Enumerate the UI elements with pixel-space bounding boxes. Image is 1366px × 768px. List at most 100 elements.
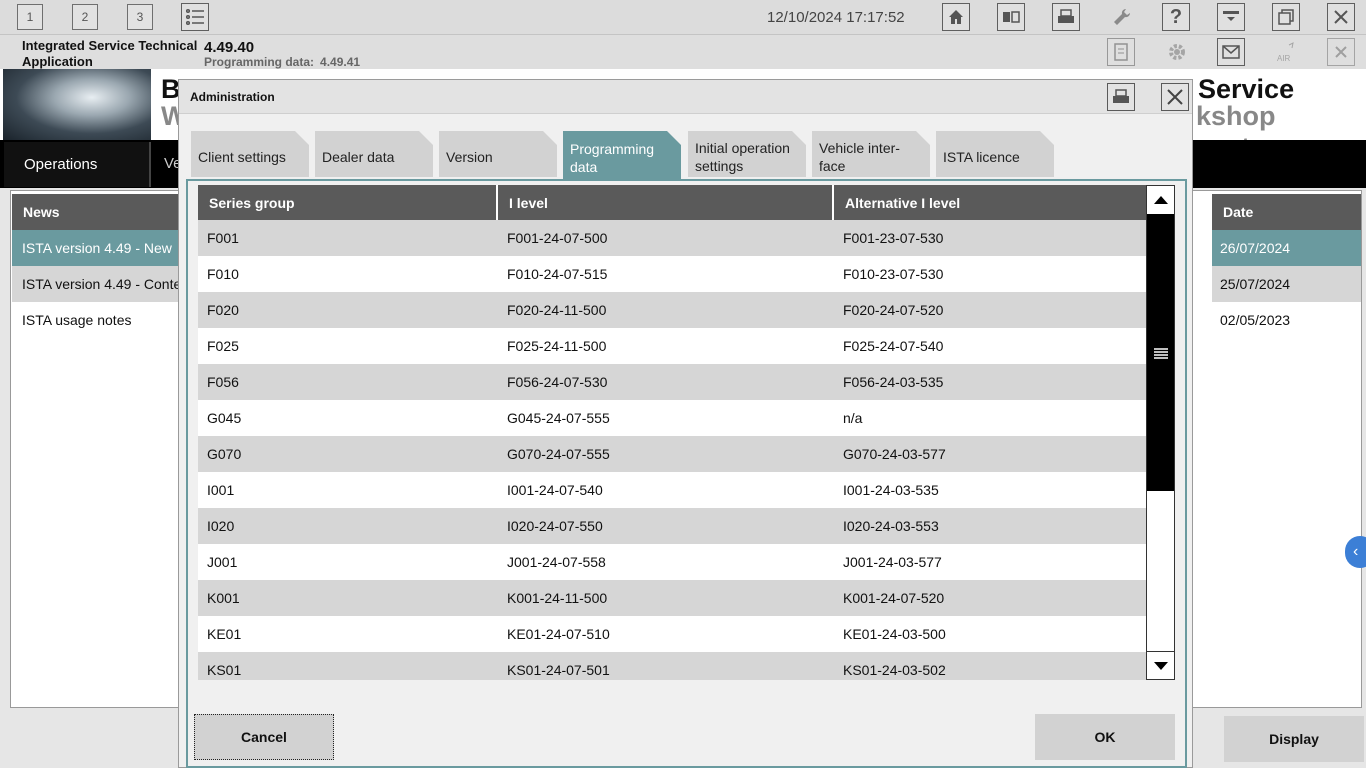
dialog-title: Administration — [190, 90, 275, 104]
table-row[interactable]: F056 F056-24-07-530 F056-24-03-535 — [198, 364, 1146, 400]
table-row[interactable]: F025 F025-24-11-500 F025-24-07-540 — [198, 328, 1146, 364]
i-level-cell: G045-24-07-555 — [507, 410, 610, 426]
dialog-close-icon[interactable] — [1161, 83, 1189, 111]
i-level-cell: KS01-24-07-501 — [507, 662, 610, 678]
tab-version[interactable]: Version — [439, 131, 557, 177]
list-icon[interactable] — [181, 3, 209, 31]
tab-label: ISTA licence — [943, 148, 1020, 165]
close-icon[interactable] — [1327, 3, 1355, 31]
tab-client-settings[interactable]: Client settings — [191, 131, 309, 177]
table-row[interactable]: J001 J001-24-07-558 J001-24-03-577 — [198, 544, 1146, 580]
alternative-i-level-cell: F001-23-07-530 — [843, 230, 944, 246]
ok-button[interactable]: OK — [1035, 714, 1175, 760]
i-level-cell: G070-24-07-555 — [507, 446, 610, 462]
dialog-print-icon[interactable] — [1107, 83, 1135, 111]
table-scrollbar[interactable] — [1146, 185, 1175, 680]
series-group-cell: F056 — [207, 374, 239, 390]
administration-dialog: Administration Client settings Dealer da… — [178, 79, 1193, 768]
scroll-thumb[interactable] — [1147, 214, 1174, 491]
tab-initial-operation-settings[interactable]: Initial operation settings — [688, 131, 806, 177]
tab-dealer-data[interactable]: Dealer data — [315, 131, 433, 177]
i-level-cell: I020-24-07-550 — [507, 518, 603, 534]
scroll-down-icon[interactable] — [1147, 651, 1174, 679]
screen-tab-3[interactable]: 3 — [127, 4, 153, 30]
table-row[interactable]: F001 F001-24-07-500 F001-23-07-530 — [198, 220, 1146, 256]
display-button[interactable]: Display — [1224, 716, 1364, 762]
alternative-i-level-cell: F020-24-07-520 — [843, 302, 944, 318]
help-icon[interactable]: ? — [1162, 3, 1190, 31]
alternative-i-level-cell: J001-24-03-577 — [843, 554, 942, 570]
screen-tab-1[interactable]: 1 — [17, 4, 43, 30]
tab-ista-licence[interactable]: ISTA licence — [936, 131, 1054, 177]
series-group-cell: G070 — [207, 446, 242, 462]
column-header-i-level[interactable]: I level — [498, 185, 834, 220]
alternative-i-level-cell: KS01-24-03-502 — [843, 662, 946, 678]
news-row[interactable]: ISTA version 4.49 - Conte — [12, 266, 182, 302]
tab-label: Initial operation — [695, 139, 790, 156]
restore-icon[interactable] — [1272, 3, 1300, 31]
alternative-i-level-cell: F025-24-07-540 — [843, 338, 944, 354]
i-level-cell: F001-24-07-500 — [507, 230, 608, 246]
app-header: Integrated Service Technical Application… — [0, 35, 1366, 69]
tab-programming-data[interactable]: Programming data — [563, 131, 681, 179]
tab-label: Dealer data — [322, 148, 395, 165]
table-row[interactable]: KS01 KS01-24-07-501 KS01-24-03-502 — [198, 652, 1146, 680]
dual-screen-icon[interactable] — [997, 3, 1025, 31]
settings-gear-icon[interactable] — [1162, 37, 1192, 67]
column-header-series-group[interactable]: Series group — [198, 185, 498, 220]
news-row[interactable]: ISTA version 4.49 - New — [12, 230, 182, 266]
table-row[interactable]: I020 I020-24-07-550 I020-24-03-553 — [198, 508, 1146, 544]
side-panel-toggle-icon[interactable]: ‹ — [1345, 536, 1366, 568]
print-icon[interactable] — [1052, 3, 1080, 31]
series-group-cell: F025 — [207, 338, 239, 354]
tab-label-line2: settings — [695, 157, 744, 174]
scroll-up-icon[interactable] — [1147, 186, 1174, 214]
alternative-i-level-cell: F010-23-07-530 — [843, 266, 944, 282]
datetime-display: 12/10/2024 17:17:52 — [767, 9, 905, 26]
app-title: Integrated Service Technical Application — [22, 38, 198, 69]
i-level-cell: K001-24-11-500 — [507, 590, 608, 606]
tab-vehicle-interface[interactable]: Vehicle inter-face — [812, 131, 930, 177]
i-level-cell: F020-24-11-500 — [507, 302, 607, 318]
wrench-icon[interactable] — [1107, 2, 1137, 32]
table-row[interactable]: F010 F010-24-07-515 F010-23-07-530 — [198, 256, 1146, 292]
table-row[interactable]: G070 G070-24-07-555 G070-24-03-577 — [198, 436, 1146, 472]
table-row[interactable]: G045 G045-24-07-555 n/a — [198, 400, 1146, 436]
cancel-button[interactable]: Cancel — [194, 714, 334, 760]
tab-label: Client settings — [198, 148, 286, 165]
tab-label: Programming — [570, 140, 655, 157]
tab-label-line2: data — [570, 158, 598, 175]
alternative-i-level-cell: F056-24-03-535 — [843, 374, 944, 390]
programming-data-label: Programming data: — [204, 55, 315, 69]
screen-tab-2[interactable]: 2 — [72, 4, 98, 30]
piston-image — [3, 69, 151, 140]
series-group-cell: I001 — [207, 482, 235, 498]
nav-operations[interactable]: Operations — [4, 142, 151, 187]
i-level-cell: I001-24-07-540 — [507, 482, 603, 498]
series-group-cell: G045 — [207, 410, 242, 426]
alternative-i-level-cell: K001-24-07-520 — [843, 590, 945, 606]
tab-label-line2: face — [819, 157, 846, 174]
table-row[interactable]: I001 I001-24-07-540 I001-24-03-535 — [198, 472, 1146, 508]
table-row[interactable]: KE01 KE01-24-07-510 KE01-24-03-500 — [198, 616, 1146, 652]
series-group-cell: I020 — [207, 518, 235, 534]
i-level-cell: F010-24-07-515 — [507, 266, 608, 282]
document-icon[interactable] — [1107, 38, 1135, 66]
alternative-i-level-cell: I020-24-03-553 — [843, 518, 939, 534]
table-row[interactable]: K001 K001-24-11-500 K001-24-07-520 — [198, 580, 1146, 616]
mail-icon[interactable] — [1217, 38, 1245, 66]
home-icon[interactable] — [942, 3, 970, 31]
air-icon[interactable]: AIR — [1272, 37, 1302, 67]
series-group-cell: KE01 — [207, 626, 242, 642]
series-group-cell: J001 — [207, 554, 238, 570]
app-close-icon[interactable] — [1327, 38, 1355, 66]
news-date[interactable]: 25/07/2024 — [1212, 266, 1361, 302]
series-group-cell: F020 — [207, 302, 239, 318]
series-group-cell: KS01 — [207, 662, 242, 678]
news-date[interactable]: 02/05/2023 — [1212, 302, 1361, 338]
news-date[interactable]: 26/07/2024 — [1212, 230, 1361, 266]
minimize-icon[interactable] — [1217, 3, 1245, 31]
table-row[interactable]: F020 F020-24-11-500 F020-24-07-520 — [198, 292, 1146, 328]
news-row[interactable]: ISTA usage notes — [12, 302, 182, 338]
column-header-alternative-i-level[interactable]: Alternative I level — [834, 185, 1146, 220]
